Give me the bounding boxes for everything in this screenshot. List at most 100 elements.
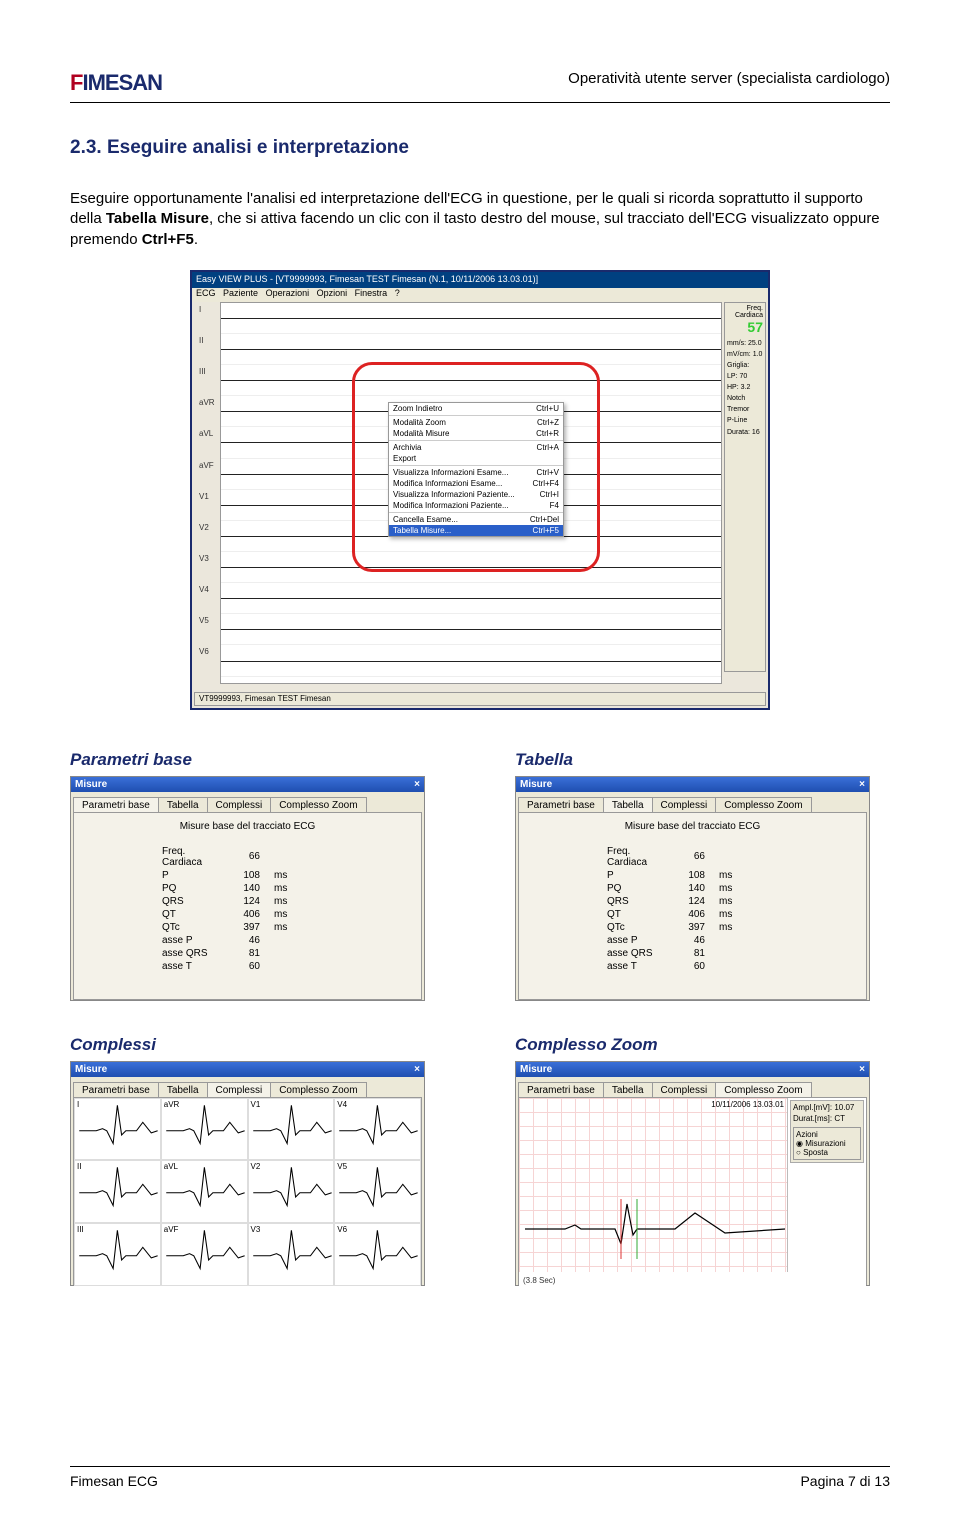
tab-tabella[interactable]: Tabella: [158, 1082, 208, 1098]
table-row: QT406ms: [156, 909, 293, 920]
logo: FIMESAN: [70, 70, 162, 96]
ctx-item[interactable]: Zoom IndietroCtrl+U: [389, 403, 563, 414]
close-icon[interactable]: ×: [859, 1064, 865, 1075]
ecg-menubar: ECG Paziente Operazioni Opzioni Finestra…: [192, 288, 768, 302]
tremor-check[interactable]: Tremor: [727, 405, 763, 414]
tab-czoom[interactable]: Complesso Zoom: [715, 1082, 811, 1098]
complesso-cell[interactable]: V1: [248, 1098, 335, 1161]
misure-window-tabella: Misure× Parametri baseTabellaComplessiCo…: [515, 776, 870, 1001]
menu-ecg[interactable]: ECG: [196, 288, 216, 298]
close-icon[interactable]: ×: [859, 779, 865, 790]
notch-check[interactable]: Notch: [727, 394, 763, 403]
lead-label: V2: [199, 523, 209, 532]
lead-label: V3: [199, 554, 209, 563]
ctx-item[interactable]: Visualizza Informazioni Esame...Ctrl+V: [389, 467, 563, 478]
complesso-cell[interactable]: aVF: [161, 1223, 248, 1286]
logo-f: F: [70, 70, 82, 95]
ampl-value: 10.07: [834, 1103, 854, 1112]
complesso-cell[interactable]: I: [74, 1098, 161, 1161]
complesso-cell[interactable]: aVL: [161, 1160, 248, 1223]
close-icon[interactable]: ×: [414, 1064, 420, 1075]
ecg-window: Easy VIEW PLUS - [VT9999993, Fimesan TES…: [190, 270, 770, 710]
table-row: asse P46: [601, 935, 738, 946]
ctx-item[interactable]: Tabella Misure...Ctrl+F5: [389, 525, 563, 536]
table-row: QTc397ms: [601, 922, 738, 933]
complesso-cell[interactable]: V2: [248, 1160, 335, 1223]
mwin-tabs: Parametri baseTabellaComplessiComplesso …: [71, 792, 424, 812]
radio-misurazioni[interactable]: ◉ Misurazioni: [796, 1139, 858, 1148]
misure-window-czoom: Misure × Parametri baseTabellaComplessiCo…: [515, 1061, 870, 1286]
radio-sposta[interactable]: ○ Sposta: [796, 1148, 858, 1157]
complesso-cell[interactable]: aVR: [161, 1098, 248, 1161]
complesso-cell[interactable]: V4: [334, 1098, 421, 1161]
tab-params[interactable]: Parametri base: [518, 1082, 604, 1098]
hr-value: 57: [727, 319, 763, 335]
tab-params[interactable]: Parametri base: [518, 797, 604, 813]
tab-complessi[interactable]: Complessi: [652, 1082, 717, 1098]
subhead-czoom: Complesso Zoom: [515, 1035, 870, 1055]
table-row: QT406ms: [601, 909, 738, 920]
tab-tabella[interactable]: Tabella: [603, 1082, 653, 1098]
ecg-titlebar: Easy VIEW PLUS - [VT9999993, Fimesan TES…: [192, 272, 768, 288]
mvcm-value[interactable]: 1.0: [753, 351, 763, 358]
subhead-params: Parametri base: [70, 750, 425, 770]
menu-operazioni[interactable]: Operazioni: [266, 288, 310, 298]
tab-complessi[interactable]: Complessi: [652, 797, 717, 813]
page-header: FIMESAN Operatività utente server (speci…: [70, 70, 890, 103]
tab-complessi[interactable]: Complessi: [207, 797, 272, 813]
complesso-cell[interactable]: III: [74, 1223, 161, 1286]
section-heading: 2.3. Eseguire analisi e interpretazione: [70, 137, 890, 159]
complesso-cell[interactable]: II: [74, 1160, 161, 1223]
ampl-label: Ampl.[mV]:: [793, 1103, 832, 1112]
czoom-sidepanel: Ampl.[mV]: 10.07 Durat.[ms]: CT Azioni ◉…: [790, 1100, 864, 1163]
lead-label: aVR: [199, 398, 215, 407]
menu-finestra[interactable]: Finestra: [355, 288, 388, 298]
hp-value[interactable]: 3.2: [741, 384, 751, 391]
menu-opzioni[interactable]: Opzioni: [317, 288, 348, 298]
durata-value[interactable]: 16: [752, 429, 760, 436]
section-body: Eseguire opportunamente l'analisi ed int…: [70, 189, 890, 250]
griglia-label[interactable]: Griglia:: [727, 361, 763, 370]
czoom-timestamp: 10/11/2006 13.03.01: [711, 1100, 784, 1109]
ctx-item[interactable]: Modalità ZoomCtrl+Z: [389, 417, 563, 428]
table-row: Freq. Cardiaca66: [601, 846, 738, 868]
tab-czoom[interactable]: Complesso Zoom: [270, 797, 366, 813]
table-row: asse T60: [601, 961, 738, 972]
pline-check[interactable]: P-Line: [727, 416, 763, 425]
complesso-cell[interactable]: V6: [334, 1223, 421, 1286]
table-row: PQ140ms: [156, 883, 293, 894]
tab-complessi[interactable]: Complessi: [207, 1082, 272, 1098]
ctx-item[interactable]: ArchiviaCtrl+A: [389, 442, 563, 453]
ctx-item[interactable]: Modifica Informazioni Esame...Ctrl+F4: [389, 478, 563, 489]
ctx-item[interactable]: Cancella Esame...Ctrl+Del: [389, 514, 563, 525]
ctx-item[interactable]: Modalità MisureCtrl+R: [389, 428, 563, 439]
tab-tabella[interactable]: Tabella: [603, 797, 653, 813]
tab-tabella[interactable]: Tabella: [158, 797, 208, 813]
tab-czoom[interactable]: Complesso Zoom: [715, 797, 811, 813]
close-icon[interactable]: ×: [414, 779, 420, 790]
mwin-tabs: Parametri baseTabellaComplessiComplesso …: [516, 1077, 869, 1097]
tab-params[interactable]: Parametri base: [73, 1082, 159, 1098]
tab-params[interactable]: Parametri base: [73, 797, 159, 813]
ctx-item[interactable]: Visualizza Informazioni Paziente...Ctrl+…: [389, 489, 563, 500]
complesso-cell[interactable]: V5: [334, 1160, 421, 1223]
mwin-title: Misure: [75, 779, 107, 790]
durat-value: CT: [834, 1114, 845, 1123]
durat-label: Durat.[ms]:: [793, 1114, 832, 1123]
table-row: asse QRS81: [601, 948, 738, 959]
tab-czoom[interactable]: Complesso Zoom: [270, 1082, 366, 1098]
ctx-item[interactable]: Modifica Informazioni Paziente...F4: [389, 500, 563, 511]
mms-value[interactable]: 25.0: [748, 340, 762, 347]
menu-help[interactable]: ?: [395, 288, 400, 298]
subhead-complessi: Complessi: [70, 1035, 425, 1055]
header-title: Operatività utente server (specialista c…: [568, 70, 890, 87]
mwin-title: Misure: [520, 1064, 552, 1075]
body-bold: Tabella Misure: [106, 210, 209, 227]
czoom-bottom-label: (3.8 Sec): [523, 1276, 555, 1285]
complesso-cell[interactable]: V3: [248, 1223, 335, 1286]
lp-value[interactable]: 70: [739, 373, 747, 380]
czoom-area[interactable]: 10/11/2006 13.03.01 Ampl.[mV]: 10.07 Dur…: [519, 1098, 866, 1286]
menu-paziente[interactable]: Paziente: [223, 288, 258, 298]
footer-left: Fimesan ECG: [70, 1473, 158, 1489]
ctx-item[interactable]: Export: [389, 453, 563, 464]
